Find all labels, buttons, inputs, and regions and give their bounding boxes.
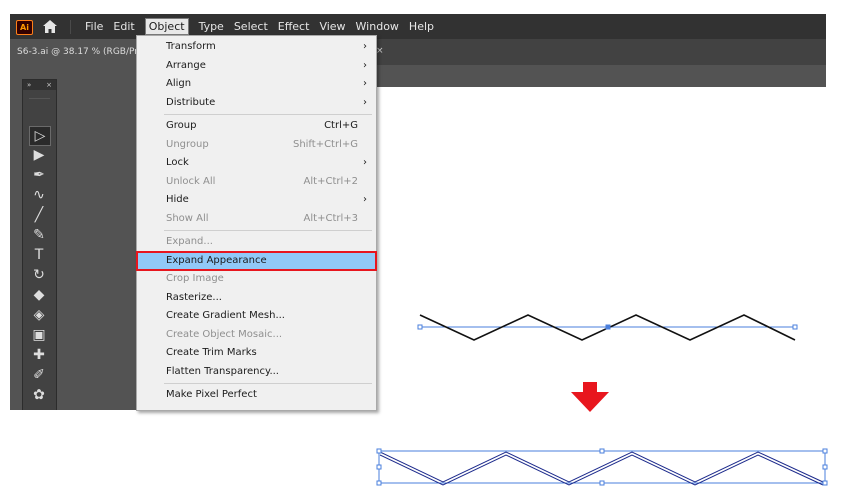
menu-item-arrange[interactable]: Arrange › bbox=[137, 57, 376, 75]
center-point-handle[interactable] bbox=[605, 324, 611, 330]
menu-item-label: Create Gradient Mesh... bbox=[166, 310, 285, 321]
submenu-arrow-icon: › bbox=[363, 59, 367, 71]
menu-item-shortcut: Shift+Ctrl+G bbox=[292, 138, 358, 150]
bbox-handle[interactable] bbox=[376, 464, 382, 470]
submenu-arrow-icon: › bbox=[363, 78, 367, 89]
menu-item-unlock-all[interactable]: Unlock All Alt+Ctrl+2 bbox=[137, 173, 376, 191]
down-arrow-icon bbox=[571, 382, 609, 412]
menu-item-ungroup[interactable]: Ungroup Shift+Ctrl+G bbox=[137, 136, 376, 154]
bbox-handle[interactable] bbox=[599, 448, 605, 454]
menu-item-label: Expand Appearance bbox=[166, 254, 267, 266]
menu-item-distribute[interactable]: Distribute › bbox=[137, 94, 376, 112]
bbox-handle[interactable] bbox=[376, 448, 382, 454]
menu-item-label: Crop Image bbox=[166, 273, 224, 284]
bbox-handle[interactable] bbox=[599, 480, 605, 486]
menu-item-crop-image[interactable]: Crop Image bbox=[137, 270, 376, 288]
menu-item-show-all[interactable]: Show All Alt+Ctrl+3 bbox=[137, 210, 376, 228]
menu-item-lock[interactable]: Lock › bbox=[137, 154, 376, 172]
menu-item-label: Lock bbox=[166, 157, 189, 168]
anchor-handle[interactable] bbox=[417, 324, 423, 330]
menu-item-label: Create Trim Marks bbox=[166, 347, 257, 358]
menu-item-create-trim-marks[interactable]: Create Trim Marks bbox=[137, 344, 376, 362]
menu-item-rasterize[interactable]: Rasterize... bbox=[137, 289, 376, 307]
menu-item-label: Ungroup bbox=[166, 138, 209, 150]
menu-item-label: Rasterize... bbox=[166, 291, 222, 303]
menu-item-expand[interactable]: Expand... bbox=[137, 233, 376, 251]
submenu-arrow-icon: › bbox=[363, 96, 367, 108]
menu-item-align[interactable]: Align › bbox=[137, 75, 376, 93]
bbox-handle[interactable] bbox=[376, 480, 382, 486]
menu-item-label: Distribute bbox=[166, 96, 216, 108]
menu-item-expand-appearance[interactable]: Expand Appearance bbox=[136, 250, 377, 271]
menu-item-transform[interactable]: Transform › bbox=[137, 38, 376, 56]
expanded-outline-top bbox=[379, 451, 824, 483]
object-menu-dropdown: Transform › Arrange › Align › Distribute › Group… bbox=[136, 35, 377, 411]
submenu-arrow-icon: › bbox=[363, 194, 367, 205]
menu-separator bbox=[164, 383, 372, 384]
menu-item-label: Create Object Mosaic... bbox=[166, 328, 283, 340]
menu-item-label: Make Pixel Perfect bbox=[166, 389, 257, 400]
menu-item-hide[interactable]: Hide › bbox=[137, 191, 376, 209]
submenu-arrow-icon: › bbox=[363, 157, 367, 168]
menu-item-label: Show All bbox=[166, 212, 209, 224]
menu-item-shortcut: Ctrl+G bbox=[324, 120, 358, 131]
menu-separator bbox=[164, 230, 372, 231]
menu-item-create-object-mosaic[interactable]: Create Object Mosaic... bbox=[137, 326, 376, 344]
menu-item-label: Hide bbox=[166, 194, 189, 205]
menu-item-shortcut: Alt+Ctrl+3 bbox=[303, 212, 358, 224]
menu-item-shortcut: Alt+Ctrl+2 bbox=[303, 175, 358, 187]
menu-item-make-pixel-perfect[interactable]: Make Pixel Perfect bbox=[137, 386, 376, 404]
menu-item-flatten-transparency[interactable]: Flatten Transparency... bbox=[137, 363, 376, 381]
bbox-handle[interactable] bbox=[822, 464, 828, 470]
menu-separator bbox=[164, 114, 372, 115]
menu-item-label: Arrange bbox=[166, 59, 206, 71]
menu-item-label: Align bbox=[166, 78, 192, 89]
menu-item-group[interactable]: Group Ctrl+G bbox=[137, 117, 376, 135]
menu-item-create-gradient-mesh[interactable]: Create Gradient Mesh... bbox=[137, 307, 376, 325]
expanded-bounding-box bbox=[378, 450, 826, 484]
submenu-arrow-icon: › bbox=[363, 41, 367, 52]
menu-item-label: Transform bbox=[166, 41, 216, 52]
expanded-zigzag-shape[interactable] bbox=[376, 448, 828, 486]
menu-item-label: Expand... bbox=[166, 236, 213, 247]
menu-item-label: Flatten Transparency... bbox=[166, 365, 279, 377]
anchor-handle[interactable] bbox=[792, 324, 798, 330]
bbox-handle[interactable] bbox=[822, 480, 828, 486]
menu-item-label: Unlock All bbox=[166, 175, 216, 187]
zigzag-path-selected[interactable] bbox=[417, 314, 798, 341]
bbox-handle[interactable] bbox=[822, 448, 828, 454]
menu-item-label: Group bbox=[166, 120, 197, 131]
artwork-layer bbox=[376, 314, 828, 486]
